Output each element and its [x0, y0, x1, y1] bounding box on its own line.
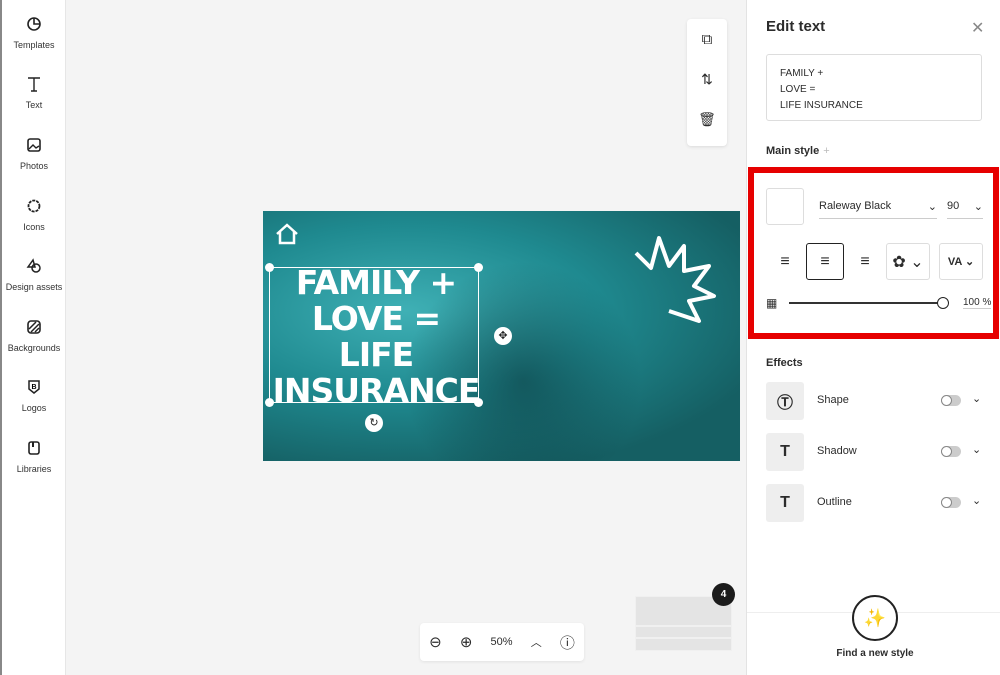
sidebar-item-icons[interactable]: Icons: [2, 198, 66, 235]
sidebar-item-label: Logos: [21, 403, 47, 413]
letter-spacing-icon: VA ⌄: [947, 256, 975, 268]
svg-text:B: B: [31, 384, 36, 391]
chevron-down-icon[interactable]: ⌄: [972, 494, 981, 507]
sidebar-item-photos[interactable]: Photos: [2, 137, 66, 174]
chevron-down-icon: ⌄: [927, 201, 937, 213]
logos-icon: B: [28, 380, 40, 394]
close-icon[interactable]: ✕: [971, 18, 984, 38]
house-logo-icon: [276, 223, 298, 245]
shadow-effect-icon[interactable]: T: [766, 433, 804, 471]
sidebar-item-label: Design assets: [5, 282, 63, 292]
templates-icon: [27, 17, 41, 31]
effect-outline: T Outline ⌄: [766, 484, 986, 522]
sidebar-item-label: Backgrounds: [7, 343, 61, 353]
canvas-toolbar: ⧉ ⇅ 🗑: [687, 19, 727, 146]
text-icon: [28, 77, 40, 92]
opacity-slider[interactable]: [789, 302, 941, 304]
font-value: Raleway Black: [819, 200, 892, 212]
rotate-icon[interactable]: ↻: [365, 414, 383, 432]
sidebar-item-templates[interactable]: Templates: [2, 16, 66, 53]
font-size-select[interactable]: 90 ⌄: [947, 200, 983, 219]
add-style-icon[interactable]: +: [823, 145, 829, 157]
opacity-icon: ▦: [766, 296, 778, 310]
spacing-dropdown[interactable]: VA ⌄: [939, 243, 983, 280]
chevron-down-icon: ⌄: [973, 201, 983, 213]
text-content-input[interactable]: FAMILY + LOVE = LIFE INSURANCE: [766, 54, 982, 121]
zoom-in-button[interactable]: ⊕: [460, 633, 473, 651]
shadow-toggle[interactable]: [941, 446, 961, 457]
design-canvas[interactable]: FAMILY + LOVE = LIFE INSURANCE ✥ ↻: [263, 211, 740, 461]
opacity-value[interactable]: 100 %: [963, 297, 992, 309]
effect-shadow: T Shadow ⌄: [766, 433, 986, 471]
shape-toggle[interactable]: [941, 395, 961, 406]
page-thumb: [635, 638, 732, 651]
design-assets-icon: [26, 258, 41, 273]
flower-icon: ✿ ⌄: [892, 253, 924, 271]
align-right-button[interactable]: ≡: [846, 243, 884, 280]
zoom-out-button[interactable]: ⊖: [429, 633, 442, 651]
page-thumb: [635, 626, 732, 638]
info-icon[interactable]: ⓘ: [560, 632, 575, 653]
sidebar-item-libraries[interactable]: Libraries: [2, 440, 66, 477]
effect-shape: Ⓣ Shape ⌄: [766, 382, 986, 420]
align-right-icon: ≡: [860, 252, 870, 270]
trash-icon: 🗑: [698, 110, 716, 127]
icons-icon: [27, 199, 41, 213]
sidebar-item-label: Text: [25, 100, 43, 110]
opacity-slider-handle[interactable]: [937, 297, 949, 309]
selection-box[interactable]: [269, 267, 479, 403]
chevron-up-icon[interactable]: ︿: [531, 634, 542, 650]
main-style-label: Main style +: [766, 145, 830, 157]
move-icon[interactable]: ✥: [494, 327, 512, 345]
outline-toggle[interactable]: [941, 497, 961, 508]
sidebar-item-label: Templates: [13, 40, 55, 50]
sidebar-item-logos[interactable]: B Logos: [2, 379, 66, 416]
arrange-button[interactable]: ⇅: [687, 59, 727, 99]
delete-button[interactable]: 🗑: [687, 99, 727, 139]
align-center-icon: ≡: [820, 252, 830, 270]
text-style-dropdown[interactable]: ✿ ⌄: [886, 243, 930, 280]
resize-handle[interactable]: [265, 263, 274, 272]
resize-handle[interactable]: [474, 398, 483, 407]
zoom-bar: ⊖ ⊕ 50% ︿ ⓘ: [420, 623, 584, 661]
page-count-badge: 4: [712, 583, 735, 606]
resize-handle[interactable]: [474, 263, 483, 272]
left-sidebar: Templates Text Photos Icons Design asset…: [2, 0, 66, 675]
find-new-style-area: ✨ Find a new style: [747, 595, 1000, 675]
sidebar-item-label: Libraries: [16, 464, 52, 474]
starburst-doodle: [634, 236, 716, 323]
chevron-down-icon[interactable]: ⌄: [972, 443, 981, 456]
edit-text-panel: Edit text ✕ FAMILY + LOVE = LIFE INSURAN…: [746, 0, 1000, 675]
effect-label: Outline: [817, 496, 852, 508]
duplicate-button[interactable]: ⧉: [687, 19, 727, 59]
sidebar-item-label: Photos: [19, 161, 49, 171]
sidebar-item-backgrounds[interactable]: Backgrounds: [2, 319, 66, 356]
outline-effect-icon[interactable]: T: [766, 484, 804, 522]
align-center-button[interactable]: ≡: [806, 243, 844, 280]
shape-effect-icon[interactable]: Ⓣ: [766, 382, 804, 420]
effect-label: Shape: [817, 394, 849, 406]
size-value: 90: [947, 200, 960, 212]
find-new-style-button[interactable]: Find a new style: [747, 648, 1000, 659]
backgrounds-icon: [27, 320, 41, 334]
sidebar-item-label: Icons: [23, 222, 45, 232]
font-family-select[interactable]: Raleway Black ⌄: [819, 200, 937, 219]
align-left-icon: ≡: [780, 252, 790, 270]
sidebar-item-design-assets[interactable]: Design assets: [2, 258, 66, 295]
libraries-icon: [28, 441, 40, 455]
photos-icon: [27, 138, 41, 152]
zoom-level[interactable]: 50%: [491, 636, 513, 648]
duplicate-icon: ⧉: [701, 30, 713, 48]
effect-label: Shadow: [817, 445, 857, 457]
arrange-icon: ⇅: [701, 70, 713, 87]
resize-handle[interactable]: [265, 398, 274, 407]
main-style-text: Main style: [766, 145, 820, 157]
effects-title: Effects: [766, 357, 803, 369]
chevron-down-icon[interactable]: ⌄: [972, 392, 981, 405]
align-left-button[interactable]: ≡: [766, 243, 804, 280]
sidebar-item-text[interactable]: Text: [2, 76, 66, 113]
panel-title: Edit text: [766, 18, 826, 35]
text-color-swatch[interactable]: [766, 188, 804, 225]
magic-wand-icon[interactable]: ✨: [852, 595, 898, 641]
